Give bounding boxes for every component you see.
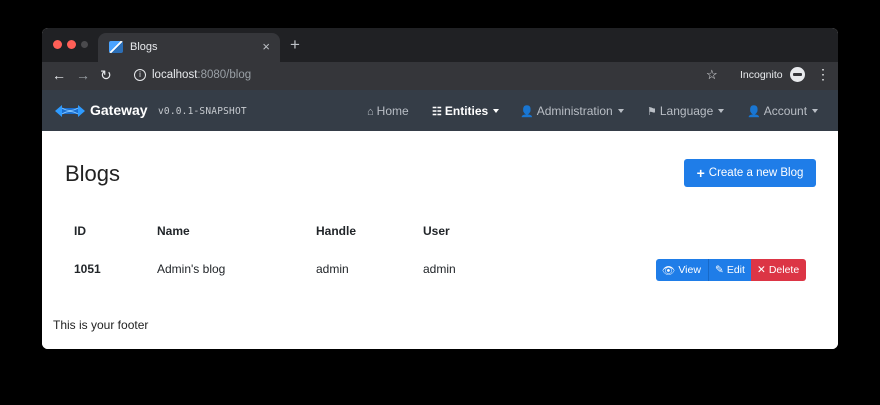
main-content: Blogs + Create a new Blog ID Name Handle… bbox=[42, 131, 838, 349]
reload-icon[interactable]: ↻ bbox=[100, 67, 112, 84]
browser-toolbar: ← → ↻ i localhost:8080/blog ☆ Incognito … bbox=[42, 62, 838, 90]
cell-id[interactable]: 1051 bbox=[74, 262, 101, 276]
column-header-name: Name bbox=[157, 224, 190, 238]
incognito-icon[interactable] bbox=[790, 67, 805, 82]
url-host: localhost bbox=[152, 69, 198, 81]
pencil-icon: ✎ bbox=[715, 264, 724, 276]
nav-item-entities[interactable]: ☷ Entities bbox=[432, 104, 500, 118]
edit-button[interactable]: ✎ Edit bbox=[708, 259, 751, 281]
create-blog-button-label: Create a new Blog bbox=[708, 167, 804, 179]
browser-tab[interactable]: Blogs × bbox=[98, 33, 280, 62]
column-header-user: User bbox=[423, 224, 450, 238]
user-plus-icon: 👤 bbox=[520, 106, 534, 118]
nav-item-language[interactable]: ⚑ Language bbox=[647, 104, 725, 118]
user-icon: 👤 bbox=[747, 106, 761, 118]
times-icon: ✕ bbox=[757, 264, 766, 276]
eye-icon: 👁 bbox=[662, 264, 676, 277]
view-button-label: View bbox=[678, 264, 701, 276]
browser-window: Blogs × + ← → ↻ i localhost:8080/blog ☆ … bbox=[42, 28, 838, 349]
close-tab-icon[interactable]: × bbox=[262, 39, 270, 54]
view-button[interactable]: 👁 View bbox=[656, 259, 708, 281]
incognito-label: Incognito bbox=[740, 69, 783, 81]
minimize-window-button[interactable] bbox=[67, 40, 76, 49]
address-bar[interactable]: i localhost:8080/blog bbox=[128, 65, 688, 87]
nav-item-language-label: Language bbox=[659, 104, 714, 118]
app-navbar: Gateway v0.0.1-SNAPSHOT ⌂ Home ☷ Entities … bbox=[42, 90, 838, 131]
page-footer: This is your footer bbox=[53, 318, 149, 332]
row-actions: 👁 View ✎ Edit ✕ Delete bbox=[656, 259, 806, 281]
cell-name: Admin's blog bbox=[157, 262, 226, 276]
url-path: :8080/blog bbox=[197, 69, 252, 81]
page-title: Blogs bbox=[65, 161, 121, 186]
nav-item-account[interactable]: 👤 Account bbox=[747, 104, 819, 118]
nav-item-home-label: Home bbox=[376, 104, 409, 118]
gateway-logo-icon[interactable] bbox=[54, 104, 86, 118]
column-header-id: ID bbox=[74, 224, 86, 238]
bookmark-star-icon[interactable]: ☆ bbox=[706, 67, 718, 83]
delete-button[interactable]: ✕ Delete bbox=[751, 259, 806, 281]
home-icon: ⌂ bbox=[367, 106, 374, 118]
flag-icon: ⚑ bbox=[647, 106, 657, 118]
chevron-down-icon bbox=[493, 109, 500, 113]
nav-item-account-label: Account bbox=[763, 104, 808, 118]
chevron-down-icon bbox=[812, 109, 819, 113]
tab-strip: Blogs × + bbox=[42, 28, 838, 62]
cell-user[interactable]: admin bbox=[423, 262, 456, 276]
nav-item-home[interactable]: ⌂ Home bbox=[367, 104, 409, 118]
chevron-down-icon bbox=[718, 109, 725, 113]
nav-item-administration[interactable]: 👤 Administration bbox=[520, 104, 624, 118]
browser-menu-icon[interactable]: ⋮ bbox=[816, 66, 830, 83]
back-arrow-icon[interactable]: ← bbox=[52, 67, 66, 83]
delete-button-label: Delete bbox=[768, 264, 800, 276]
new-tab-icon[interactable]: + bbox=[290, 35, 300, 55]
create-blog-button[interactable]: + Create a new Blog bbox=[684, 159, 816, 187]
url-text: localhost:8080/blog bbox=[152, 69, 251, 81]
cell-handle: admin bbox=[316, 262, 349, 276]
column-header-handle: Handle bbox=[316, 224, 357, 238]
favicon-icon bbox=[109, 41, 123, 53]
plus-icon: + bbox=[696, 165, 705, 181]
brand-name[interactable]: Gateway bbox=[90, 102, 148, 118]
brand-version: v0.0.1-SNAPSHOT bbox=[158, 106, 247, 117]
forward-arrow-icon[interactable]: → bbox=[76, 67, 90, 83]
edit-button-label: Edit bbox=[726, 264, 745, 276]
nav-item-administration-label: Administration bbox=[536, 104, 613, 118]
info-icon[interactable]: i bbox=[134, 69, 146, 81]
close-window-button[interactable] bbox=[53, 40, 62, 49]
nav-item-entities-label: Entities bbox=[444, 104, 489, 118]
maximize-window-button[interactable] bbox=[81, 41, 88, 48]
tab-title: Blogs bbox=[130, 41, 158, 53]
chevron-down-icon bbox=[617, 109, 624, 113]
th-list-icon: ☷ bbox=[432, 106, 442, 118]
